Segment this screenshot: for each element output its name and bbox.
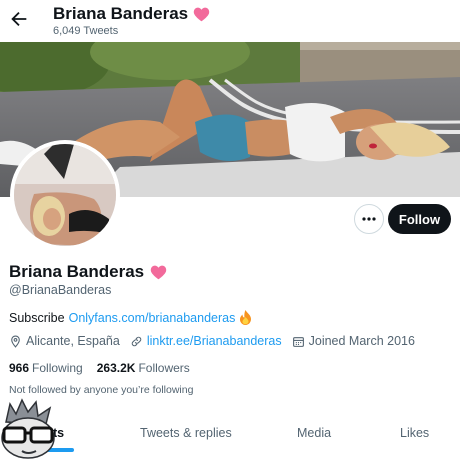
nerd-sticker-icon xyxy=(1,398,55,459)
more-options-button[interactable] xyxy=(354,204,384,234)
followers-stat[interactable]: 263.2K Followers xyxy=(97,361,190,375)
link-icon xyxy=(131,336,142,346)
more-dots-icon xyxy=(362,217,376,221)
location-item: Alicante, España xyxy=(9,334,120,348)
profile-handle: @BrianaBanderas xyxy=(9,283,112,297)
pink-heart-icon xyxy=(193,7,210,21)
avatar-photo xyxy=(14,144,116,246)
website-link[interactable]: linktr.ee/Brianabanderas xyxy=(147,334,282,348)
tweet-count: 6,049 Tweets xyxy=(53,25,119,37)
profile-tabs: ets Tweets & replies Media Likes xyxy=(0,408,460,460)
followers-count: 263.2K xyxy=(96,361,136,375)
following-count: 966 xyxy=(9,361,30,375)
following-label: Following xyxy=(32,361,83,375)
header-name: Briana Banderas xyxy=(53,4,189,23)
tab-media[interactable]: Media xyxy=(297,426,331,440)
profile-name: Briana Banderas xyxy=(9,262,167,282)
location-pin-icon xyxy=(11,335,20,348)
follow-button[interactable]: Follow xyxy=(388,204,451,234)
header-title: Briana Banderas xyxy=(53,4,210,24)
tab-tweets-replies[interactable]: Tweets & replies xyxy=(140,426,232,440)
calendar-icon xyxy=(292,336,304,347)
fire-icon xyxy=(240,310,252,325)
display-name: Briana Banderas xyxy=(9,262,145,281)
followers-label: Followers xyxy=(138,361,190,375)
top-bar: Briana Banderas 6,049 Tweets xyxy=(0,0,460,42)
tab-likes[interactable]: Likes xyxy=(400,426,429,440)
profile-avatar[interactable] xyxy=(10,140,120,250)
bio-text: Subscribe xyxy=(9,310,65,325)
pink-heart-icon xyxy=(150,265,167,279)
profile-bio: Subscribe Onlyfans.com/brianabanderas xyxy=(9,310,252,325)
location-text: Alicante, España xyxy=(26,334,120,348)
website-item: linktr.ee/Brianabanderas xyxy=(130,334,282,348)
not-followed-notice: Not followed by anyone you’re following xyxy=(9,384,194,396)
following-stat[interactable]: 966 Following xyxy=(9,361,83,375)
bio-link[interactable]: Onlyfans.com/brianabanderas xyxy=(69,311,236,325)
back-arrow-icon[interactable] xyxy=(8,8,30,30)
profile-meta: Alicante, España linktr.ee/Brianabandera… xyxy=(9,334,425,348)
joined-text: Joined March 2016 xyxy=(308,334,415,348)
joined-item: Joined March 2016 xyxy=(292,334,415,348)
follow-stats: 966 Following 263.2K Followers xyxy=(9,361,190,375)
